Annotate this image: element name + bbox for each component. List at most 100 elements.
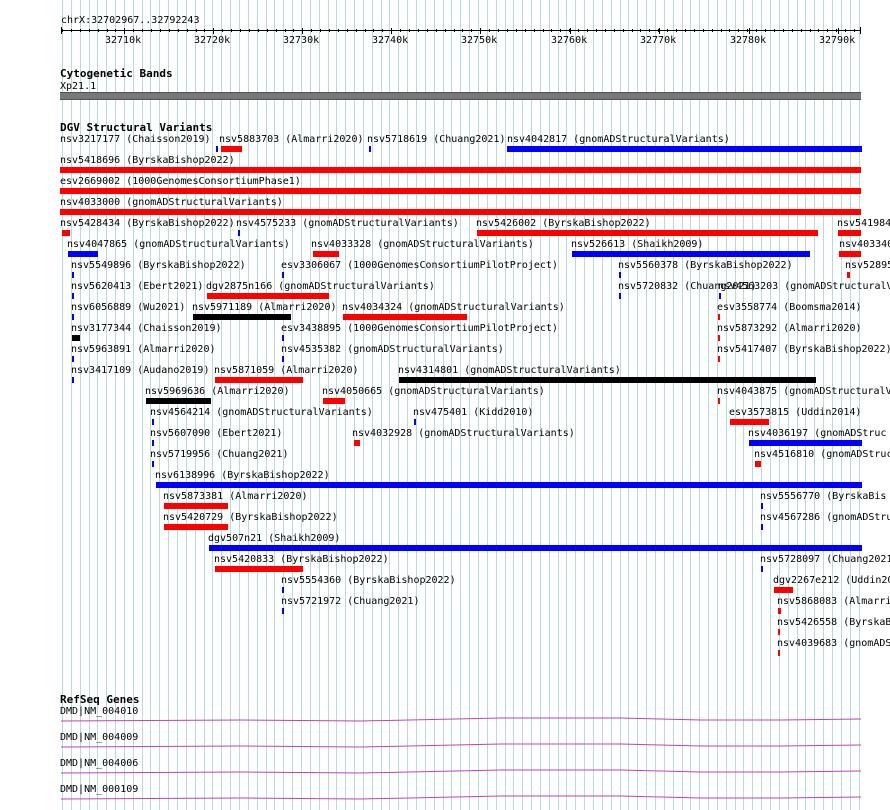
sv-feature-bar[interactable] [60, 209, 861, 215]
sv-feature-bar[interactable] [838, 230, 861, 236]
sv-feature-bar[interactable] [215, 377, 303, 383]
sv-feature-bar[interactable] [778, 650, 780, 656]
sv-feature-bar[interactable] [72, 356, 74, 362]
ruler-minor-tick [845, 29, 846, 32]
sv-feature-bar[interactable] [282, 608, 284, 614]
sv-feature-bar[interactable] [164, 524, 228, 530]
sv-feature-bar[interactable] [619, 293, 621, 299]
sv-feature-bar[interactable] [761, 566, 763, 572]
ruler-minor-tick [222, 29, 223, 32]
sv-feature-bar[interactable] [72, 335, 80, 341]
sv-feature-label: nsv5719956 (Chuang2021) [150, 449, 289, 460]
ruler-minor-tick [240, 29, 241, 32]
sv-feature-bar[interactable] [718, 356, 720, 362]
sv-feature-bar[interactable] [72, 314, 74, 320]
sv-feature-bar[interactable] [778, 608, 781, 614]
ruler-axis [61, 30, 861, 31]
sv-feature-bar[interactable] [282, 272, 284, 278]
sv-feature-bar[interactable] [282, 587, 284, 593]
sv-feature-bar[interactable] [152, 461, 154, 467]
sv-feature-bar[interactable] [778, 629, 780, 635]
sv-feature-bar[interactable] [755, 461, 761, 467]
sv-feature-bar[interactable] [749, 440, 862, 446]
ruler-tick-label: 32790k [819, 35, 856, 46]
ruler-minor-tick [516, 29, 517, 32]
sv-feature-bar[interactable] [72, 293, 74, 299]
grid-line [540, 0, 541, 810]
sv-feature-bar[interactable] [572, 251, 810, 257]
sv-feature-bar[interactable] [354, 440, 360, 446]
sv-feature-label: nsv4042817 (gnomADStructuralVariants) [507, 134, 730, 145]
sv-feature-bar[interactable] [238, 230, 240, 236]
grid-line [336, 0, 337, 810]
sv-feature-bar[interactable] [60, 188, 861, 194]
sv-feature-bar[interactable] [221, 146, 242, 152]
sv-feature-bar[interactable] [282, 356, 284, 362]
sv-feature-bar[interactable] [72, 377, 74, 383]
sv-feature-label: nsv52895 [845, 260, 890, 271]
sv-feature-bar[interactable] [282, 335, 284, 341]
sv-feature-bar[interactable] [343, 314, 467, 320]
ruler-minor-tick [276, 29, 277, 32]
sv-feature-bar[interactable] [761, 503, 763, 509]
sv-feature-bar[interactable] [414, 419, 416, 425]
track-title-cytogenetic-bands: Cytogenetic Bands [60, 67, 173, 80]
ruler-minor-tick [436, 29, 437, 32]
sv-feature-bar[interactable] [369, 146, 371, 152]
sv-feature-bar[interactable] [209, 545, 862, 551]
sv-feature-bar[interactable] [164, 503, 228, 509]
gene-model[interactable] [61, 741, 861, 749]
grid-line [628, 0, 629, 810]
sv-feature-label: nsv5873292 (Almarri2020) [717, 323, 862, 334]
ruler-minor-tick [365, 29, 366, 32]
sv-feature-bar[interactable] [156, 482, 862, 488]
ruler-minor-tick [160, 29, 161, 32]
sv-feature-label: nsv4563203 (gnomADStructuralVariants) [718, 281, 890, 292]
sv-feature-bar[interactable] [718, 314, 720, 320]
sv-feature-bar[interactable] [323, 398, 345, 404]
sv-feature-bar[interactable] [216, 146, 218, 152]
grid-line [761, 0, 762, 810]
grid-line [699, 0, 700, 810]
sv-feature-bar[interactable] [152, 419, 154, 425]
grid-line [549, 0, 550, 810]
sv-feature-label: nsv4314801 (gnomADStructuralVariants) [398, 365, 621, 376]
sv-feature-bar[interactable] [193, 314, 291, 320]
cytoband-bar[interactable] [60, 92, 861, 100]
ruler-minor-tick [560, 29, 561, 32]
sv-feature-bar[interactable] [619, 272, 621, 278]
grid-line [584, 0, 585, 810]
grid-line [372, 0, 373, 810]
sv-feature-label: nsv5607090 (Ebert2021) [150, 428, 283, 439]
ruler-minor-tick [783, 29, 784, 32]
sv-feature-bar[interactable] [761, 524, 763, 530]
ruler-minor-tick [614, 29, 615, 32]
sv-feature-bar[interactable] [774, 587, 793, 593]
sv-feature-bar[interactable] [146, 398, 211, 404]
gene-model[interactable] [61, 767, 861, 775]
sv-feature-bar[interactable] [718, 335, 720, 341]
sv-feature-bar[interactable] [507, 146, 862, 152]
sv-feature-bar[interactable] [215, 566, 303, 572]
ruler-minor-tick [258, 29, 259, 32]
sv-feature-bar[interactable] [477, 230, 818, 236]
sv-feature-bar[interactable] [399, 377, 816, 383]
ruler-minor-tick [765, 29, 766, 32]
sv-feature-bar[interactable] [839, 251, 861, 257]
sv-feature-bar[interactable] [152, 440, 154, 446]
sv-feature-bar[interactable] [847, 272, 850, 278]
sv-feature-bar[interactable] [719, 293, 721, 299]
sv-feature-bar[interactable] [313, 251, 339, 257]
sv-feature-bar[interactable] [730, 419, 769, 425]
sv-feature-bar[interactable] [207, 293, 329, 299]
ruler-minor-tick [204, 29, 205, 32]
sv-feature-bar[interactable] [60, 167, 861, 173]
ruler-minor-tick [169, 29, 170, 32]
sv-feature-bar[interactable] [68, 251, 98, 257]
sv-feature-bar[interactable] [718, 398, 720, 404]
ruler-minor-tick [356, 29, 357, 32]
gene-model[interactable] [61, 793, 861, 801]
sv-feature-bar[interactable] [62, 230, 70, 236]
sv-feature-bar[interactable] [72, 272, 74, 278]
gene-model[interactable] [61, 715, 861, 723]
